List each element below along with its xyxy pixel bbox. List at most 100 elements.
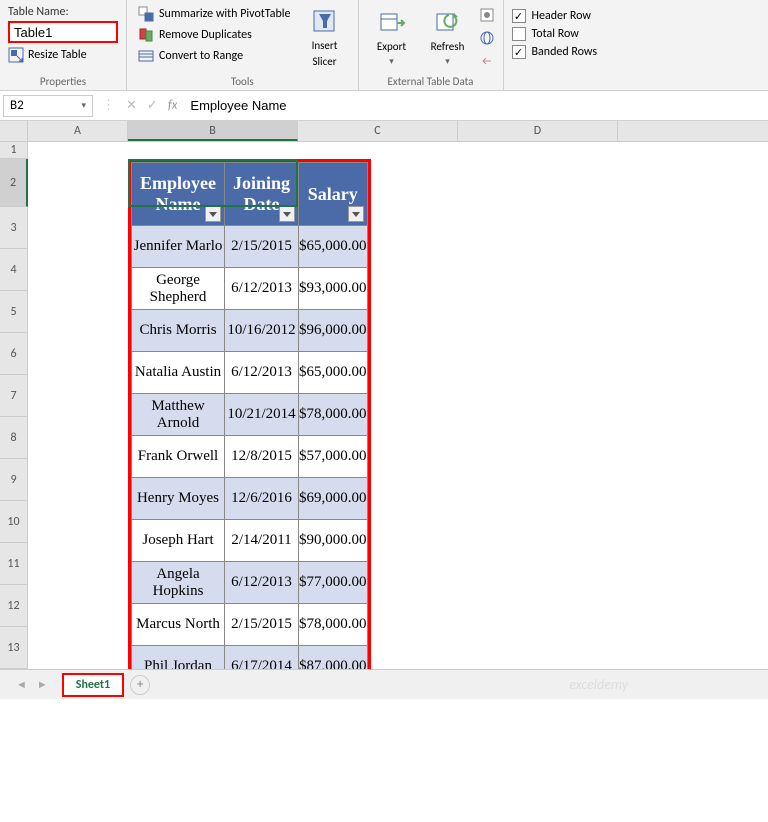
- table-header-row: Employee Name Joining Date Salary: [132, 163, 368, 226]
- table-row: Matthew Arnold10/21/2014$78,000.00: [132, 394, 368, 436]
- row-header[interactable]: 13: [0, 627, 28, 669]
- table-cell[interactable]: 2/15/2015: [225, 604, 299, 646]
- unlink-icon[interactable]: [479, 53, 495, 69]
- column-header[interactable]: D: [458, 121, 618, 141]
- dedupe-label: Remove Duplicates: [159, 28, 252, 42]
- table-cell[interactable]: Angela Hopkins: [132, 562, 225, 604]
- banded-rows-checkbox[interactable]: ✓ Banded Rows: [512, 45, 598, 59]
- banded-rows-label: Banded Rows: [532, 45, 598, 59]
- table-cell[interactable]: $90,000.00: [299, 520, 368, 562]
- table-cell[interactable]: $65,000.00: [299, 352, 368, 394]
- table-cell[interactable]: $93,000.00: [299, 268, 368, 310]
- table-cell[interactable]: $69,000.00: [299, 478, 368, 520]
- column-header[interactable]: A: [28, 121, 128, 141]
- table-cell[interactable]: $65,000.00: [299, 226, 368, 268]
- table-cell[interactable]: $57,000.00: [299, 436, 368, 478]
- export-button[interactable]: Export ▾: [367, 5, 417, 71]
- properties-icon[interactable]: [479, 7, 495, 23]
- insert-slicer-button[interactable]: Insert Slicer: [300, 5, 350, 71]
- dedupe-button[interactable]: Remove Duplicates: [135, 26, 294, 44]
- table-cell[interactable]: Chris Morris: [132, 310, 225, 352]
- filter-icon[interactable]: [205, 206, 221, 222]
- table-name-input[interactable]: [8, 21, 118, 43]
- refresh-button[interactable]: Refresh ▾: [423, 5, 473, 71]
- separator: ⋮: [96, 98, 121, 113]
- filter-icon[interactable]: [279, 206, 295, 222]
- formula-bar: B2 ▾ ⋮ ✕ ✓ fx: [0, 91, 768, 121]
- add-sheet-button[interactable]: +: [130, 675, 150, 695]
- fx-button[interactable]: fx: [163, 98, 183, 113]
- row-header[interactable]: 4: [0, 249, 28, 291]
- table-cell[interactable]: $78,000.00: [299, 394, 368, 436]
- table-cell[interactable]: 6/12/2013: [225, 268, 299, 310]
- table-cell[interactable]: 10/16/2012: [225, 310, 299, 352]
- formula-input[interactable]: [182, 95, 768, 117]
- nav-next-icon[interactable]: ►: [37, 678, 48, 691]
- table-cell[interactable]: 12/8/2015: [225, 436, 299, 478]
- total-row-checkbox[interactable]: Total Row: [512, 27, 598, 41]
- table-header-cell[interactable]: Employee Name: [132, 163, 225, 226]
- table-cell[interactable]: 6/12/2013: [225, 352, 299, 394]
- table-row: Chris Morris10/16/2012$96,000.00: [132, 310, 368, 352]
- group-label-properties: Properties: [8, 75, 118, 88]
- pivot-icon: [138, 6, 154, 22]
- table-header-cell[interactable]: Salary: [299, 163, 368, 226]
- sheet-nav: ◄ ►: [8, 678, 56, 691]
- header-row-checkbox[interactable]: ✓ Header Row: [512, 9, 598, 23]
- convert-button[interactable]: Convert to Range: [135, 47, 294, 65]
- nav-prev-icon[interactable]: ◄: [16, 678, 27, 691]
- chevron-down-icon: ▾: [445, 56, 450, 67]
- row-header[interactable]: 6: [0, 333, 28, 375]
- row-header[interactable]: 1: [0, 142, 28, 159]
- resize-table-icon: [8, 47, 24, 63]
- pivot-button[interactable]: Summarize with PivotTable: [135, 5, 294, 23]
- export-icon: [378, 9, 406, 37]
- row-header[interactable]: 9: [0, 459, 28, 501]
- table-cell[interactable]: Jennifer Marlo: [132, 226, 225, 268]
- table-cell[interactable]: Joseph Hart: [132, 520, 225, 562]
- table-cell[interactable]: Frank Orwell: [132, 436, 225, 478]
- row-header[interactable]: 11: [0, 543, 28, 585]
- table-row: Henry Moyes12/6/2016$69,000.00: [132, 478, 368, 520]
- table-row: George Shepherd6/12/2013$93,000.00: [132, 268, 368, 310]
- ribbon-group-options: ✓ Header Row Total Row ✓ Banded Rows: [504, 0, 606, 90]
- table-cell[interactable]: 2/14/2011: [225, 520, 299, 562]
- table-cell[interactable]: $96,000.00: [299, 310, 368, 352]
- row-header[interactable]: 2: [0, 159, 28, 207]
- table-row: Frank Orwell12/8/2015$57,000.00: [132, 436, 368, 478]
- table-cell[interactable]: George Shepherd: [132, 268, 225, 310]
- table-cell[interactable]: $77,000.00: [299, 562, 368, 604]
- table-header-cell[interactable]: Joining Date: [225, 163, 299, 226]
- table-row: Joseph Hart2/14/2011$90,000.00: [132, 520, 368, 562]
- filter-icon[interactable]: [348, 206, 364, 222]
- open-browser-icon[interactable]: [479, 30, 495, 46]
- row-header[interactable]: 5: [0, 291, 28, 333]
- row-header[interactable]: 12: [0, 585, 28, 627]
- chevron-down-icon: ▾: [81, 100, 86, 111]
- table-cell[interactable]: $78,000.00: [299, 604, 368, 646]
- table-cell[interactable]: Henry Moyes: [132, 478, 225, 520]
- refresh-icon: [434, 9, 462, 37]
- table-cell[interactable]: 10/21/2014: [225, 394, 299, 436]
- column-header[interactable]: C: [298, 121, 458, 141]
- row-header[interactable]: 10: [0, 501, 28, 543]
- name-box[interactable]: B2 ▾: [3, 95, 93, 117]
- row-header[interactable]: 3: [0, 207, 28, 249]
- table-cell[interactable]: 6/12/2013: [225, 562, 299, 604]
- column-header[interactable]: B: [128, 121, 298, 141]
- table-cell[interactable]: Matthew Arnold: [132, 394, 225, 436]
- refresh-label: Refresh: [431, 40, 465, 53]
- sheet-tab[interactable]: Sheet1: [62, 673, 124, 697]
- select-all-corner[interactable]: [0, 121, 28, 141]
- table-cell[interactable]: 12/6/2016: [225, 478, 299, 520]
- convert-icon: [138, 48, 154, 64]
- row-header[interactable]: 8: [0, 417, 28, 459]
- table-row: Angela Hopkins6/12/2013$77,000.00: [132, 562, 368, 604]
- resize-table-button[interactable]: Resize Table: [8, 47, 118, 63]
- table-cell[interactable]: 2/15/2015: [225, 226, 299, 268]
- slicer-label-2: Slicer: [312, 55, 336, 68]
- enter-icon: ✓: [142, 98, 163, 113]
- row-header[interactable]: 7: [0, 375, 28, 417]
- table-cell[interactable]: Marcus North: [132, 604, 225, 646]
- table-cell[interactable]: Natalia Austin: [132, 352, 225, 394]
